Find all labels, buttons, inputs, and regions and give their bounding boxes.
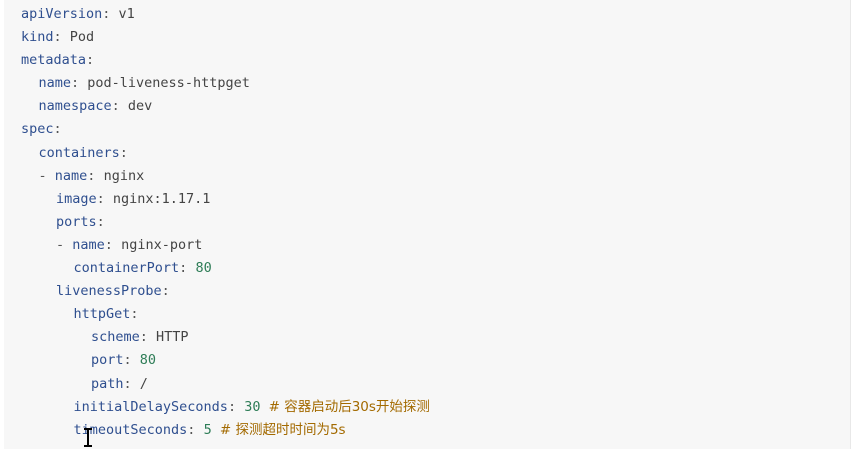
code-line-port: port: 80 <box>91 352 157 369</box>
yaml-dash: - <box>56 236 65 253</box>
yaml-key: name <box>38 75 72 92</box>
yaml-key: metadata <box>21 52 87 69</box>
yaml-code: apiVersion: v1 kind: Pod metadata: name:… <box>21 3 430 442</box>
text-cursor-icon <box>84 428 92 447</box>
code-line-livenessprobe: livenessProbe: <box>56 283 170 300</box>
yaml-comment: # 容器启动后30s开始探测 <box>268 398 430 415</box>
code-line-namespace: namespace: dev <box>38 98 153 115</box>
yaml-value: / <box>139 375 148 392</box>
code-line-name: name: pod-liveness-httpget <box>38 75 250 92</box>
code-line-scheme: scheme: HTTP <box>91 329 189 346</box>
code-line-metadata: metadata: <box>21 52 95 69</box>
code-line-timeoutseconds: timeoutSeconds: 5 # 探测超时时间为5s <box>73 421 346 438</box>
yaml-key: containerPort <box>73 260 180 277</box>
yaml-key: livenessProbe <box>56 283 162 300</box>
yaml-key: scheme <box>91 329 140 346</box>
yaml-value: nginx <box>103 167 145 184</box>
yaml-value: nginx-port <box>121 236 203 253</box>
yaml-key: name <box>72 236 105 253</box>
code-line-apiversion: apiVersion: v1 <box>21 6 135 22</box>
yaml-number: 30 <box>244 398 261 415</box>
yaml-key: kind <box>21 29 54 46</box>
yaml-value: Pod <box>69 29 95 46</box>
yaml-key: spec <box>21 121 54 138</box>
yaml-key: port <box>91 352 124 369</box>
code-line-spec: spec: <box>21 121 62 138</box>
code-line-containerport: containerPort: 80 <box>73 260 212 277</box>
yaml-number: 5 <box>203 421 212 438</box>
code-editor[interactable]: apiVersion: v1 kind: Pod metadata: name:… <box>4 0 851 449</box>
code-line-httpget: httpGet: <box>73 306 139 323</box>
yaml-comment: # 探测超时时间为5s <box>219 421 346 438</box>
code-line-ports: ports: <box>56 213 105 230</box>
yaml-key: namespace <box>38 98 112 115</box>
code-line-containers: containers: <box>38 144 128 161</box>
yaml-dash: - <box>38 167 47 184</box>
yaml-key: name <box>54 167 88 184</box>
yaml-key: apiVersion <box>21 6 103 22</box>
yaml-number: 80 <box>195 260 212 277</box>
yaml-key: containers <box>38 144 120 161</box>
yaml-key: image <box>56 190 97 207</box>
yaml-value: HTTP <box>156 329 189 346</box>
code-line-path: path: / <box>91 375 148 392</box>
yaml-key: initialDelaySeconds <box>73 398 228 415</box>
code-line-kind: kind: Pod <box>21 29 95 46</box>
code-line-initialdelayseconds: initialDelaySeconds: 30 # 容器启动后30s开始探测 <box>73 398 430 415</box>
yaml-key: httpGet <box>73 306 131 323</box>
yaml-value: dev <box>127 98 153 115</box>
yaml-key: ports <box>56 213 97 230</box>
yaml-value: nginx:1.17.1 <box>112 190 211 207</box>
yaml-value: pod-liveness-httpget <box>87 75 250 92</box>
code-line-image: image: nginx:1.17.1 <box>56 190 211 207</box>
code-line-port-name: - name: nginx-port <box>56 236 203 253</box>
yaml-key: path <box>91 375 124 392</box>
code-line-container-name: - name: nginx <box>38 167 145 184</box>
yaml-number: 80 <box>139 352 157 369</box>
yaml-value: v1 <box>118 6 135 22</box>
